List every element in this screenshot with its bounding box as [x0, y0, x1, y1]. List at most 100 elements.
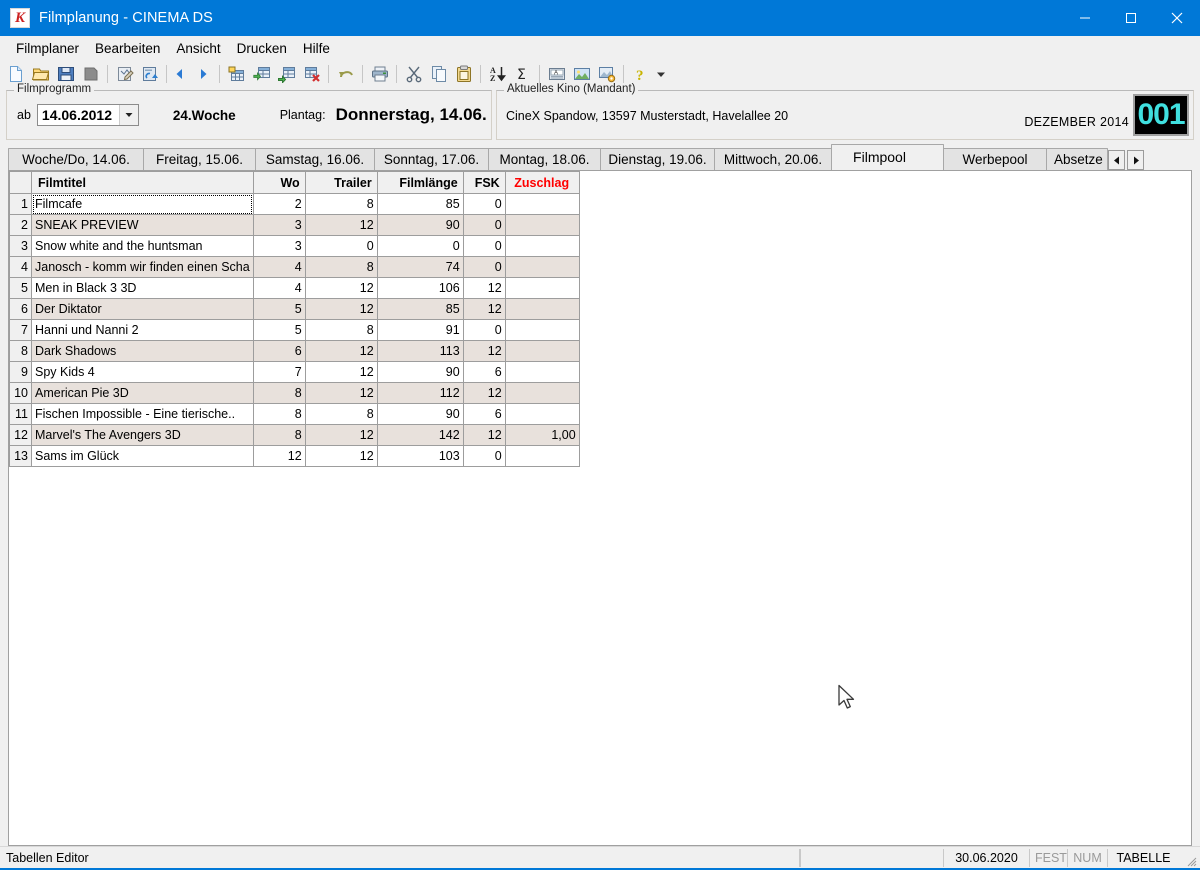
cell-wo[interactable]: 8 [253, 404, 305, 425]
row-number[interactable]: 6 [10, 299, 32, 320]
cell-filmlaenge[interactable]: 113 [377, 341, 463, 362]
cell-zuschlag[interactable] [505, 404, 579, 425]
column-header-zuschlag[interactable]: Zuschlag [505, 172, 579, 194]
cell-zuschlag[interactable] [505, 341, 579, 362]
table-row[interactable]: 2 SNEAK PREVIEW 3 12 90 0 [10, 215, 580, 236]
row-number[interactable]: 8 [10, 341, 32, 362]
table-row[interactable]: 1 Filmcafe 2 8 85 0 [10, 194, 580, 215]
tab-dienstag-19-06[interactable]: Dienstag, 19.06. [600, 148, 715, 170]
cell-wo[interactable]: 6 [253, 341, 305, 362]
cell-fsk[interactable]: 0 [463, 194, 505, 215]
table-row[interactable]: 4 Janosch - komm wir finden einen Scha 4… [10, 257, 580, 278]
cell-filmlaenge[interactable]: 103 [377, 446, 463, 467]
cell-zuschlag[interactable] [505, 362, 579, 383]
cell-zuschlag[interactable]: 1,00 [505, 425, 579, 446]
triangle-right-icon[interactable] [1127, 150, 1144, 170]
cell-wo[interactable]: 4 [253, 257, 305, 278]
cell-trailer[interactable]: 12 [305, 215, 377, 236]
delete-row-icon[interactable] [299, 62, 324, 86]
table-row[interactable]: 5 Men in Black 3 3D 4 12 106 12 [10, 278, 580, 299]
cell-filmlaenge[interactable]: 112 [377, 383, 463, 404]
menu-item-bearbeiten[interactable]: Bearbeiten [87, 39, 168, 58]
table-row[interactable]: 6 Der Diktator 5 12 85 12 [10, 299, 580, 320]
cell-zuschlag[interactable] [505, 257, 579, 278]
row-number[interactable]: 9 [10, 362, 32, 383]
cell-filmlaenge[interactable]: 91 [377, 320, 463, 341]
cell-wo[interactable]: 8 [253, 425, 305, 446]
cell-filmlaenge[interactable]: 90 [377, 362, 463, 383]
menu-item-ansicht[interactable]: Ansicht [168, 39, 228, 58]
row-number[interactable]: 12 [10, 425, 32, 446]
cell-filmtitel[interactable]: Spy Kids 4 [32, 362, 254, 383]
cell-filmlaenge[interactable]: 90 [377, 404, 463, 425]
row-number[interactable]: 7 [10, 320, 32, 341]
table-row[interactable]: 11 Fischen Impossible - Eine tierische..… [10, 404, 580, 425]
cell-wo[interactable]: 2 [253, 194, 305, 215]
cell-trailer[interactable]: 12 [305, 383, 377, 404]
row-number[interactable]: 4 [10, 257, 32, 278]
cell-trailer[interactable]: 8 [305, 257, 377, 278]
menu-item-filmplaner[interactable]: Filmplaner [8, 39, 87, 58]
insert-row-icon[interactable] [249, 62, 274, 86]
copy-icon[interactable] [426, 62, 451, 86]
toolbar-overflow-icon[interactable] [653, 62, 669, 86]
cell-trailer[interactable]: 12 [305, 425, 377, 446]
cell-filmtitel[interactable]: SNEAK PREVIEW [32, 215, 254, 236]
cell-zuschlag[interactable] [505, 236, 579, 257]
column-header-fsk[interactable]: FSK [463, 172, 505, 194]
maximize-button[interactable] [1108, 0, 1154, 36]
cell-trailer[interactable]: 8 [305, 320, 377, 341]
cell-fsk[interactable]: 12 [463, 278, 505, 299]
triangle-left-icon[interactable] [1108, 150, 1125, 170]
cell-wo[interactable]: 5 [253, 299, 305, 320]
row-number[interactable]: 1 [10, 194, 32, 215]
column-header-rownum[interactable] [10, 172, 32, 194]
cell-filmlaenge[interactable]: 74 [377, 257, 463, 278]
cell-trailer[interactable]: 0 [305, 236, 377, 257]
close-button[interactable] [1154, 0, 1200, 36]
tab-woche-do-14-06[interactable]: Woche/Do, 14.06. [8, 148, 144, 170]
cell-zuschlag[interactable] [505, 194, 579, 215]
cell-filmlaenge[interactable]: 106 [377, 278, 463, 299]
nav-next-icon[interactable] [195, 62, 211, 86]
column-header-filmtitel[interactable]: Filmtitel [32, 172, 254, 194]
cell-fsk[interactable]: 0 [463, 236, 505, 257]
tab-sonntag-17-06[interactable]: Sonntag, 17.06. [374, 148, 489, 170]
tab-montag-18-06[interactable]: Montag, 18.06. [488, 148, 601, 170]
add-table-icon[interactable] [224, 62, 249, 86]
menu-item-drucken[interactable]: Drucken [229, 39, 295, 58]
cell-wo[interactable]: 5 [253, 320, 305, 341]
cell-zuschlag[interactable] [505, 215, 579, 236]
tab-freitag-15-06[interactable]: Freitag, 15.06. [143, 148, 256, 170]
cell-filmtitel[interactable]: Filmcafe [32, 194, 254, 215]
cell-filmtitel[interactable]: Dark Shadows [32, 341, 254, 362]
cell-trailer[interactable]: 8 [305, 404, 377, 425]
cell-filmtitel[interactable]: Hanni und Nanni 2 [32, 320, 254, 341]
cut-scissors-icon[interactable] [401, 62, 426, 86]
cell-trailer[interactable]: 8 [305, 194, 377, 215]
tab-absetze[interactable]: Absetze [1046, 148, 1108, 170]
print-icon[interactable] [367, 62, 392, 86]
table-row[interactable]: 13 Sams im Glück 12 12 103 0 [10, 446, 580, 467]
cell-zuschlag[interactable] [505, 383, 579, 404]
column-header-trailer[interactable]: Trailer [305, 172, 377, 194]
row-number[interactable]: 3 [10, 236, 32, 257]
chevron-down-icon[interactable] [119, 105, 138, 125]
cell-filmlaenge[interactable]: 0 [377, 236, 463, 257]
cell-wo[interactable]: 4 [253, 278, 305, 299]
row-number[interactable]: 13 [10, 446, 32, 467]
minimize-button[interactable] [1062, 0, 1108, 36]
nav-previous-icon[interactable] [171, 62, 187, 86]
cell-fsk[interactable]: 12 [463, 299, 505, 320]
cell-wo[interactable]: 7 [253, 362, 305, 383]
cell-filmlaenge[interactable]: 142 [377, 425, 463, 446]
row-number[interactable]: 5 [10, 278, 32, 299]
cell-zuschlag[interactable] [505, 446, 579, 467]
refresh-document-icon[interactable] [137, 62, 162, 86]
cell-fsk[interactable]: 12 [463, 425, 505, 446]
tab-samstag-16-06[interactable]: Samstag, 16.06. [255, 148, 375, 170]
cell-filmtitel[interactable]: Fischen Impossible - Eine tierische.. [32, 404, 254, 425]
cell-zuschlag[interactable] [505, 299, 579, 320]
table-row[interactable]: 10 American Pie 3D 8 12 112 12 [10, 383, 580, 404]
cell-trailer[interactable]: 12 [305, 299, 377, 320]
